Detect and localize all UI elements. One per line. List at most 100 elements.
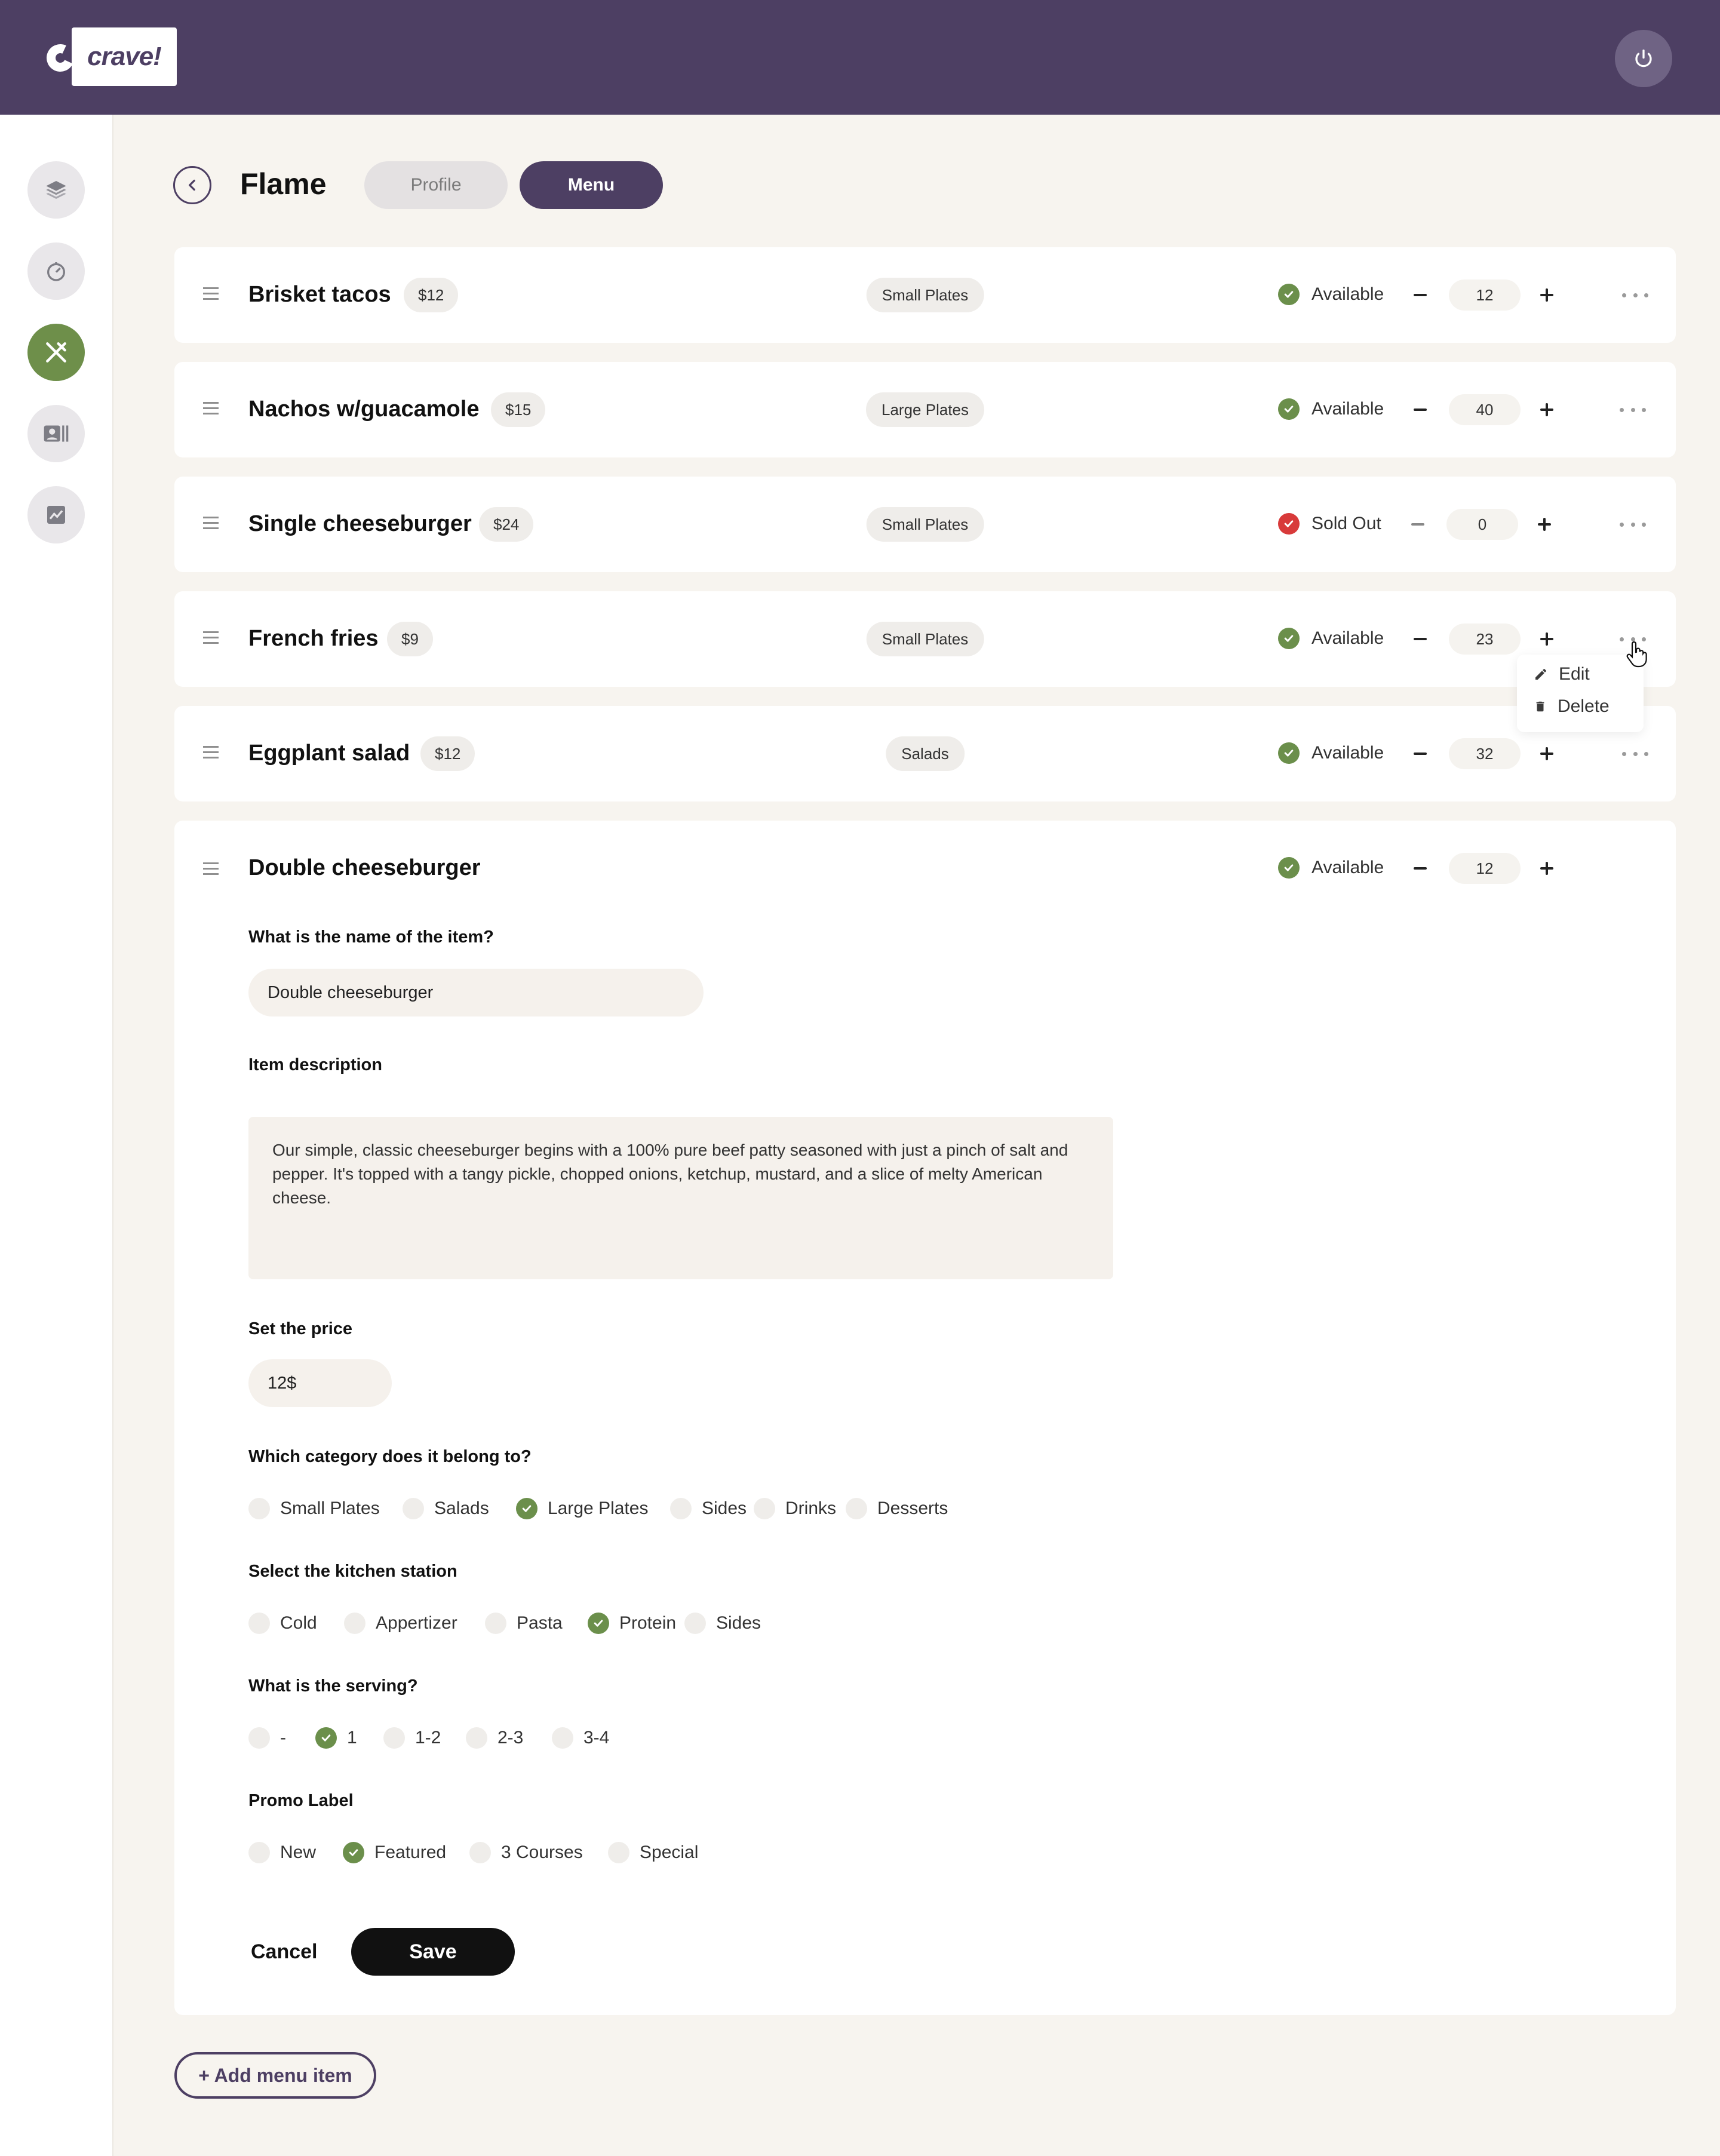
add-menu-item-button[interactable]: + Add menu item [174, 2052, 376, 2099]
menu-item-row[interactable]: Single cheeseburger $24 Small Plates Sol… [174, 477, 1676, 572]
drag-handle-icon[interactable] [203, 402, 219, 415]
price-field[interactable] [248, 1359, 392, 1407]
utensils-icon [46, 342, 66, 363]
increase-button[interactable] [1535, 742, 1559, 766]
category-option[interactable]: Small Plates [248, 1498, 380, 1519]
item-name-field[interactable] [248, 969, 704, 1016]
category-option[interactable]: Sides [670, 1498, 747, 1519]
category-option[interactable]: Salads [403, 1498, 489, 1519]
serving-option[interactable]: 1-2 [383, 1727, 441, 1749]
status-indicator: Available [1278, 628, 1384, 649]
power-button[interactable] [1615, 30, 1672, 87]
status-indicator: Sold Out [1278, 513, 1381, 535]
option-label: Featured [374, 1842, 447, 1862]
station-option[interactable]: Sides [684, 1613, 761, 1634]
radio-icon [485, 1613, 506, 1634]
decrease-button[interactable] [1408, 398, 1432, 422]
timer-icon [47, 262, 65, 281]
more-options-icon[interactable] [1620, 404, 1646, 416]
station-option[interactable]: Cold [248, 1613, 317, 1634]
option-label: Protein [619, 1613, 677, 1633]
status-indicator: Available [1278, 857, 1384, 879]
serving-question: What is the serving? [248, 1676, 418, 1696]
logo-text: crave! [72, 27, 177, 86]
page-title: Flame [240, 167, 327, 201]
drag-handle-icon[interactable] [203, 862, 219, 876]
price-badge: $9 [387, 622, 433, 656]
radio-icon [754, 1498, 775, 1519]
drag-handle-icon[interactable] [203, 517, 219, 530]
increase-button[interactable] [1535, 627, 1559, 651]
increase-button[interactable] [1535, 856, 1559, 880]
quantity-value[interactable]: 12 [1449, 280, 1521, 311]
category-option[interactable]: Desserts [846, 1498, 948, 1519]
quantity-value[interactable]: 0 [1446, 509, 1518, 540]
promo-option[interactable]: Special [608, 1842, 698, 1863]
quantity-value[interactable]: 12 [1449, 853, 1521, 884]
radio-icon [684, 1613, 706, 1634]
sidebar [0, 115, 113, 2156]
menu-item-row[interactable]: Eggplant salad $12 Salads Available 32 [174, 706, 1676, 801]
category-option[interactable]: Large Plates [516, 1498, 648, 1519]
delete-menu-item[interactable]: Delete [1534, 696, 1610, 717]
drag-handle-icon[interactable] [203, 631, 219, 644]
profile-card-icon [44, 425, 69, 442]
more-options-icon[interactable] [1622, 289, 1648, 301]
quantity-value[interactable]: 40 [1449, 394, 1521, 425]
sidebar-item-analytics[interactable] [27, 486, 85, 543]
status-indicator: Available [1278, 284, 1384, 305]
category-option[interactable]: Drinks [754, 1498, 836, 1519]
check-icon [1278, 628, 1300, 649]
edit-menu-item[interactable]: Edit [1534, 664, 1590, 684]
description-field[interactable]: Our simple, classic cheeseburger begins … [248, 1117, 1113, 1279]
more-options-icon[interactable] [1620, 518, 1646, 530]
analytics-icon [47, 506, 65, 524]
cancel-button[interactable]: Cancel [251, 1928, 318, 1976]
tab-menu[interactable]: Menu [520, 161, 663, 209]
station-option[interactable]: Appertizer [344, 1613, 457, 1634]
status-label: Available [1312, 628, 1384, 648]
menu-item-row[interactable]: Nachos w/guacamole $15 Large Plates Avai… [174, 362, 1676, 457]
radio-icon [383, 1727, 405, 1749]
sidebar-item-profile-card[interactable] [27, 405, 85, 462]
quantity-value[interactable]: 23 [1449, 624, 1521, 655]
more-options-icon[interactable] [1622, 748, 1648, 760]
serving-option[interactable]: 1 [315, 1727, 357, 1749]
category-badge: Small Plates [866, 507, 984, 542]
save-button[interactable]: Save [351, 1928, 515, 1976]
increase-button[interactable] [1535, 283, 1559, 307]
decrease-button[interactable] [1406, 512, 1430, 536]
station-option[interactable]: Pasta [485, 1613, 563, 1634]
promo-option[interactable]: Featured [343, 1842, 446, 1863]
quantity-value[interactable]: 32 [1449, 738, 1521, 769]
option-label: Pasta [517, 1613, 563, 1633]
radio-icon [248, 1498, 270, 1519]
serving-option[interactable]: 2-3 [466, 1727, 523, 1749]
sidebar-item-menu[interactable] [27, 324, 85, 381]
decrease-button[interactable] [1408, 742, 1432, 766]
back-button[interactable] [173, 166, 211, 204]
menu-item-row[interactable]: Brisket tacos $12 Small Plates Available… [174, 247, 1676, 343]
promo-option[interactable]: 3 Courses [469, 1842, 583, 1863]
increase-button[interactable] [1532, 512, 1556, 536]
item-name: Single cheeseburger [248, 511, 472, 536]
drag-handle-icon[interactable] [203, 287, 219, 300]
increase-button[interactable] [1535, 398, 1559, 422]
option-label: Small Plates [280, 1498, 380, 1518]
crave-logo[interactable]: crave! [42, 27, 177, 86]
menu-item-row[interactable]: French fries $9 Small Plates Available 2… [174, 591, 1676, 687]
option-label: Special [640, 1842, 699, 1862]
tab-profile[interactable]: Profile [364, 161, 508, 209]
serving-option[interactable]: - [248, 1727, 286, 1749]
serving-option[interactable]: 3-4 [552, 1727, 609, 1749]
decrease-button[interactable] [1408, 283, 1432, 307]
decrease-button[interactable] [1408, 627, 1432, 651]
radio-icon [469, 1842, 491, 1863]
decrease-button[interactable] [1408, 856, 1432, 880]
sidebar-item-timer[interactable] [27, 242, 85, 300]
check-icon [1278, 742, 1300, 764]
station-option[interactable]: Protein [588, 1613, 676, 1634]
sidebar-item-layers[interactable] [27, 161, 85, 219]
drag-handle-icon[interactable] [203, 746, 219, 759]
promo-option[interactable]: New [248, 1842, 316, 1863]
